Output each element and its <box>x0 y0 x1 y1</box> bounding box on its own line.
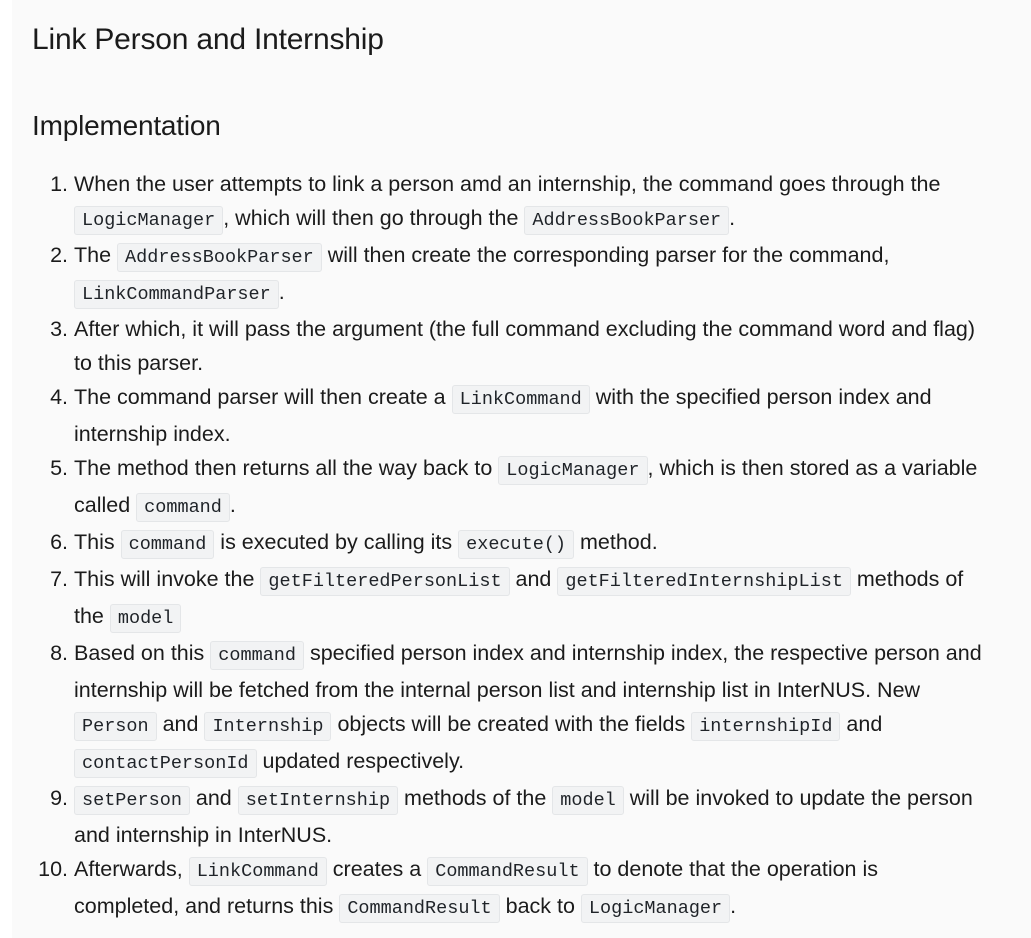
inline-code: command <box>210 641 304 670</box>
step-text: . <box>729 206 736 230</box>
step-text: The command parser will then create a <box>74 385 452 409</box>
step-text: , which will then go through the <box>223 206 525 230</box>
inline-code: LogicManager <box>580 894 731 923</box>
inline-code: model <box>552 786 624 815</box>
step-text: method. <box>574 530 658 554</box>
step-item: This will invoke the getFilteredPersonLi… <box>74 562 989 636</box>
step-text: and <box>156 712 205 736</box>
step-text: . <box>278 280 285 304</box>
inline-code: getFilteredPersonList <box>260 567 510 596</box>
inline-code: CommandResult <box>427 857 588 886</box>
inline-code: LogicManager <box>74 206 224 235</box>
inline-code: LogicManager <box>498 456 648 485</box>
inline-code: execute() <box>458 530 575 559</box>
inline-code: CommandResult <box>339 894 500 923</box>
step-text: The <box>74 243 118 267</box>
step-text: This <box>74 530 121 554</box>
step-item: Based on this command specified person i… <box>74 636 989 781</box>
step-text: updated respectively. <box>256 749 465 773</box>
section-heading: Implementation <box>32 110 221 141</box>
step-item: The command parser will then create a Li… <box>74 380 989 451</box>
implementation-steps-list: When the user attempts to link a person … <box>32 167 989 926</box>
inline-code: LinkCommand <box>188 857 327 886</box>
inline-code: AddressBookParser <box>117 243 322 272</box>
inline-code: command <box>120 530 215 559</box>
step-item: This command is executed by calling its … <box>74 525 989 562</box>
step-text: After which, it will pass the argument (… <box>74 317 976 375</box>
step-text: back to <box>499 894 581 918</box>
inline-code: Internship <box>204 712 332 741</box>
inline-code: AddressBookParser <box>524 206 730 235</box>
inline-code: model <box>109 604 182 633</box>
step-text: methods of the <box>398 786 553 810</box>
inline-code: command <box>136 493 230 522</box>
step-text: The method then returns all the way back… <box>74 456 499 480</box>
step-text: is executed by calling its <box>214 530 459 554</box>
inline-code: Person <box>74 712 157 741</box>
inline-code: getFilteredInternshipList <box>557 567 851 596</box>
step-item: The AddressBookParser will then create t… <box>74 238 989 312</box>
step-text: . <box>229 493 236 517</box>
step-text: objects will be created with the fields <box>331 712 692 736</box>
step-text: . <box>730 894 737 918</box>
page-title: Link Person and Internship <box>32 23 384 56</box>
step-text: and <box>509 567 558 591</box>
step-text: This will invoke the <box>74 567 261 591</box>
step-text: and <box>840 712 883 736</box>
document-page: Link Person and Internship Implementatio… <box>12 0 1031 938</box>
inline-code: setInternship <box>237 786 399 815</box>
step-item: When the user attempts to link a person … <box>74 167 989 238</box>
inline-code: LinkCommand <box>451 385 590 414</box>
step-text: creates a <box>326 857 428 881</box>
step-item: setPerson and setInternship methods of t… <box>74 781 989 852</box>
inline-code: LinkCommandParser <box>74 280 279 309</box>
step-item: Afterwards, LinkCommand creates a Comman… <box>74 852 989 926</box>
step-text: When the user attempts to link a person … <box>74 172 941 196</box>
step-text: Afterwards, <box>74 857 189 881</box>
step-text: Based on this <box>74 641 211 665</box>
inline-code: contactPersonId <box>74 749 257 778</box>
step-item: After which, it will pass the argument (… <box>74 312 989 380</box>
inline-code: setPerson <box>74 786 190 815</box>
step-text: will then create the corresponding parse… <box>321 243 890 267</box>
inline-code: internshipId <box>691 712 841 741</box>
step-item: The method then returns all the way back… <box>74 451 989 525</box>
step-text: and <box>189 786 238 810</box>
